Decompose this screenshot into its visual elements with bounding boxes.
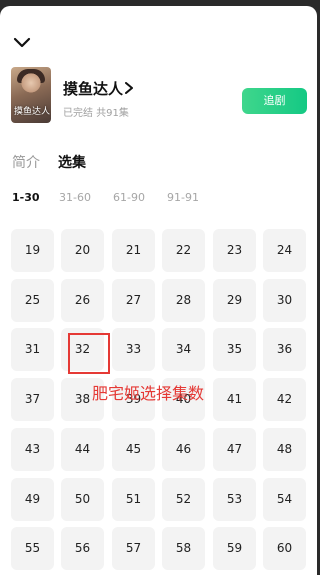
episode-button[interactable]: 33 [112, 328, 155, 371]
episode-button[interactable]: 29 [213, 279, 256, 322]
episode-button[interactable]: 49 [11, 478, 54, 521]
range-tab-91-91[interactable]: 91-91 [167, 191, 199, 204]
episode-button[interactable]: 42 [263, 378, 306, 421]
episode-button[interactable]: 58 [162, 527, 205, 570]
tab-episodes[interactable]: 选集 [58, 152, 86, 172]
episode-button[interactable]: 52 [162, 478, 205, 521]
episode-button[interactable]: 22 [162, 229, 205, 272]
episode-button[interactable]: 27 [112, 279, 155, 322]
episode-button[interactable]: 44 [61, 428, 104, 471]
episode-button[interactable]: 28 [162, 279, 205, 322]
drama-status-meta: 已完结 共91集 [63, 108, 129, 119]
episode-button[interactable]: 26 [61, 279, 104, 322]
episode-button[interactable]: 46 [162, 428, 205, 471]
episode-button[interactable]: 59 [213, 527, 256, 570]
episode-button[interactable]: 51 [112, 478, 155, 521]
drama-title[interactable]: 摸鱼达人 [63, 78, 123, 99]
episode-button[interactable]: 19 [11, 229, 54, 272]
follow-button[interactable]: 追剧 [242, 88, 307, 114]
episode-button[interactable]: 36 [263, 328, 306, 371]
highlight-box [68, 333, 110, 374]
episode-button[interactable]: 54 [263, 478, 306, 521]
episode-button[interactable]: 31 [11, 328, 54, 371]
episode-button[interactable]: 56 [61, 527, 104, 570]
episode-button[interactable]: 43 [11, 428, 54, 471]
episode-button[interactable]: 25 [11, 279, 54, 322]
tab-intro[interactable]: 简介 [12, 152, 40, 172]
poster-face [21, 73, 41, 95]
episode-button[interactable]: 37 [11, 378, 54, 421]
episode-button[interactable]: 50 [61, 478, 104, 521]
episode-button[interactable]: 60 [263, 527, 306, 570]
range-tab-1-30[interactable]: 1-30 [12, 191, 40, 204]
episode-button[interactable]: 41 [213, 378, 256, 421]
chevron-right-icon[interactable] [124, 82, 134, 94]
episode-button[interactable]: 57 [112, 527, 155, 570]
range-tab-61-90[interactable]: 61-90 [113, 191, 145, 204]
episode-button[interactable]: 48 [263, 428, 306, 471]
episode-button[interactable]: 24 [263, 229, 306, 272]
episode-button[interactable]: 21 [112, 229, 155, 272]
episode-button[interactable]: 34 [162, 328, 205, 371]
episode-button[interactable]: 53 [213, 478, 256, 521]
episode-button[interactable]: 35 [213, 328, 256, 371]
episode-button[interactable]: 55 [11, 527, 54, 570]
annotation-text: 肥宅姬选择集数 [92, 384, 205, 403]
episode-button[interactable]: 45 [112, 428, 155, 471]
drama-poster[interactable]: 摸鱼达人 [11, 67, 51, 123]
episode-sheet: 摸鱼达人 摸鱼达人 已完结 共91集 追剧 简介 选集 1-30 31-60 6… [0, 6, 317, 575]
episode-button[interactable]: 47 [213, 428, 256, 471]
episode-button[interactable]: 23 [213, 229, 256, 272]
poster-title-text: 摸鱼达人 [14, 107, 51, 117]
chevron-down-icon[interactable] [12, 36, 32, 50]
episode-button[interactable]: 30 [263, 279, 306, 322]
range-tab-31-60[interactable]: 31-60 [59, 191, 91, 204]
episode-button[interactable]: 20 [61, 229, 104, 272]
